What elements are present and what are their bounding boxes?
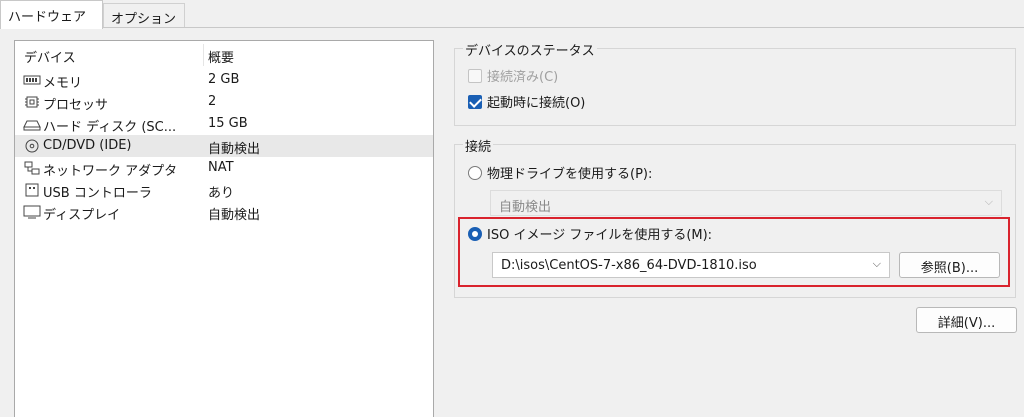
device-summary: 自動検出 — [208, 208, 261, 223]
tab-hardware[interactable]: ハードウェア — [0, 0, 103, 29]
connected-label: 接続済み(C) — [487, 70, 559, 85]
device-row-network-adapter[interactable]: ネットワーク アダプタ NAT — [15, 157, 433, 179]
device-name: CD/DVD (IDE) — [43, 138, 132, 153]
device-row-hard-disk[interactable]: ハード ディスク (SC... 15 GB — [15, 113, 433, 135]
chevron-down-icon[interactable]: ⌵ — [873, 257, 881, 271]
connect-at-power-on-label: 起動時に接続(O) — [487, 96, 586, 111]
iso-image-label: ISO イメージ ファイルを使用する(M): — [487, 228, 713, 243]
device-summary: 2 GB — [208, 72, 240, 87]
advanced-button[interactable]: 詳細(V)... — [916, 307, 1017, 333]
device-summary: 2 — [208, 94, 217, 109]
chevron-down-icon: ⌵ — [984, 195, 993, 208]
device-row-usb-controller[interactable]: USB コントローラ あり — [15, 179, 433, 201]
iso-path-combobox[interactable]: D:\isos\CentOS-7-x86_64-DVD-1810.iso ⌵ — [492, 252, 890, 278]
iso-image-radio[interactable]: ISO イメージ ファイルを使用する(M): — [468, 224, 712, 243]
device-name: ディスプレイ — [43, 208, 121, 223]
device-summary: 15 GB — [208, 116, 248, 131]
checkbox-box[interactable] — [468, 94, 482, 109]
column-separator[interactable] — [203, 44, 204, 66]
column-header-summary[interactable]: 概要 — [208, 47, 234, 66]
usb-controller-icon — [23, 183, 41, 197]
tab-divider — [0, 27, 1024, 28]
device-row-cd-dvd[interactable]: CD/DVD (IDE) 自動検出 — [15, 135, 433, 157]
device-name: プロセッサ — [43, 98, 109, 113]
tab-options[interactable]: オプション — [103, 3, 185, 28]
connected-checkbox[interactable]: 接続済み(C) — [468, 66, 558, 85]
memory-icon — [23, 73, 41, 87]
connection-title: 接続 — [463, 136, 494, 155]
device-status-group: デバイスのステータス 接続済み(C) 起動時に接続(O) — [454, 40, 1016, 126]
device-summary: NAT — [208, 160, 234, 175]
processor-icon — [23, 95, 41, 109]
device-name: ネットワーク アダプタ — [43, 164, 178, 179]
device-list[interactable]: デバイス 概要 メモリ 2 GB プロセッサ 2 ハード ディスク (SC...… — [14, 40, 434, 417]
radio-dot[interactable] — [468, 226, 482, 241]
connect-at-power-on-checkbox[interactable]: 起動時に接続(O) — [468, 92, 585, 111]
vm-settings-window: ハードウェア オプション デバイス 概要 メモリ 2 GB プロセッサ 2 ハー… — [0, 0, 1024, 417]
checkbox-box[interactable] — [468, 68, 482, 83]
display-icon — [23, 205, 41, 219]
device-summary: 自動検出 — [208, 142, 261, 157]
hard-disk-icon — [23, 117, 41, 131]
device-name: USB コントローラ — [43, 186, 152, 201]
tab-bar: ハードウェア オプション — [0, 0, 1024, 29]
radio-dot[interactable] — [468, 165, 482, 180]
physical-drive-radio[interactable]: 物理ドライブを使用する(P): — [468, 163, 652, 182]
device-summary: あり — [208, 186, 235, 201]
browse-button[interactable]: 参照(B)... — [899, 252, 1000, 278]
device-rows: メモリ 2 GB プロセッサ 2 ハード ディスク (SC... 15 GB C… — [15, 69, 433, 223]
column-header-device[interactable]: デバイス — [24, 47, 76, 66]
physical-drive-value: 自動検出 — [499, 200, 552, 215]
device-row-memory[interactable]: メモリ 2 GB — [15, 69, 433, 91]
physical-drive-label: 物理ドライブを使用する(P): — [487, 167, 653, 182]
network-adapter-icon — [23, 161, 41, 175]
device-row-display[interactable]: ディスプレイ 自動検出 — [15, 201, 433, 223]
device-name: メモリ — [43, 76, 83, 91]
device-row-processor[interactable]: プロセッサ 2 — [15, 91, 433, 113]
cd-dvd-icon — [23, 139, 41, 153]
physical-drive-select[interactable]: 自動検出 ⌵ — [490, 190, 1002, 216]
device-list-header: デバイス 概要 — [15, 41, 433, 69]
device-name: ハード ディスク (SC... — [43, 120, 177, 135]
device-status-title: デバイスのステータス — [463, 40, 597, 59]
iso-path-value: D:\isos\CentOS-7-x86_64-DVD-1810.iso — [501, 258, 757, 273]
